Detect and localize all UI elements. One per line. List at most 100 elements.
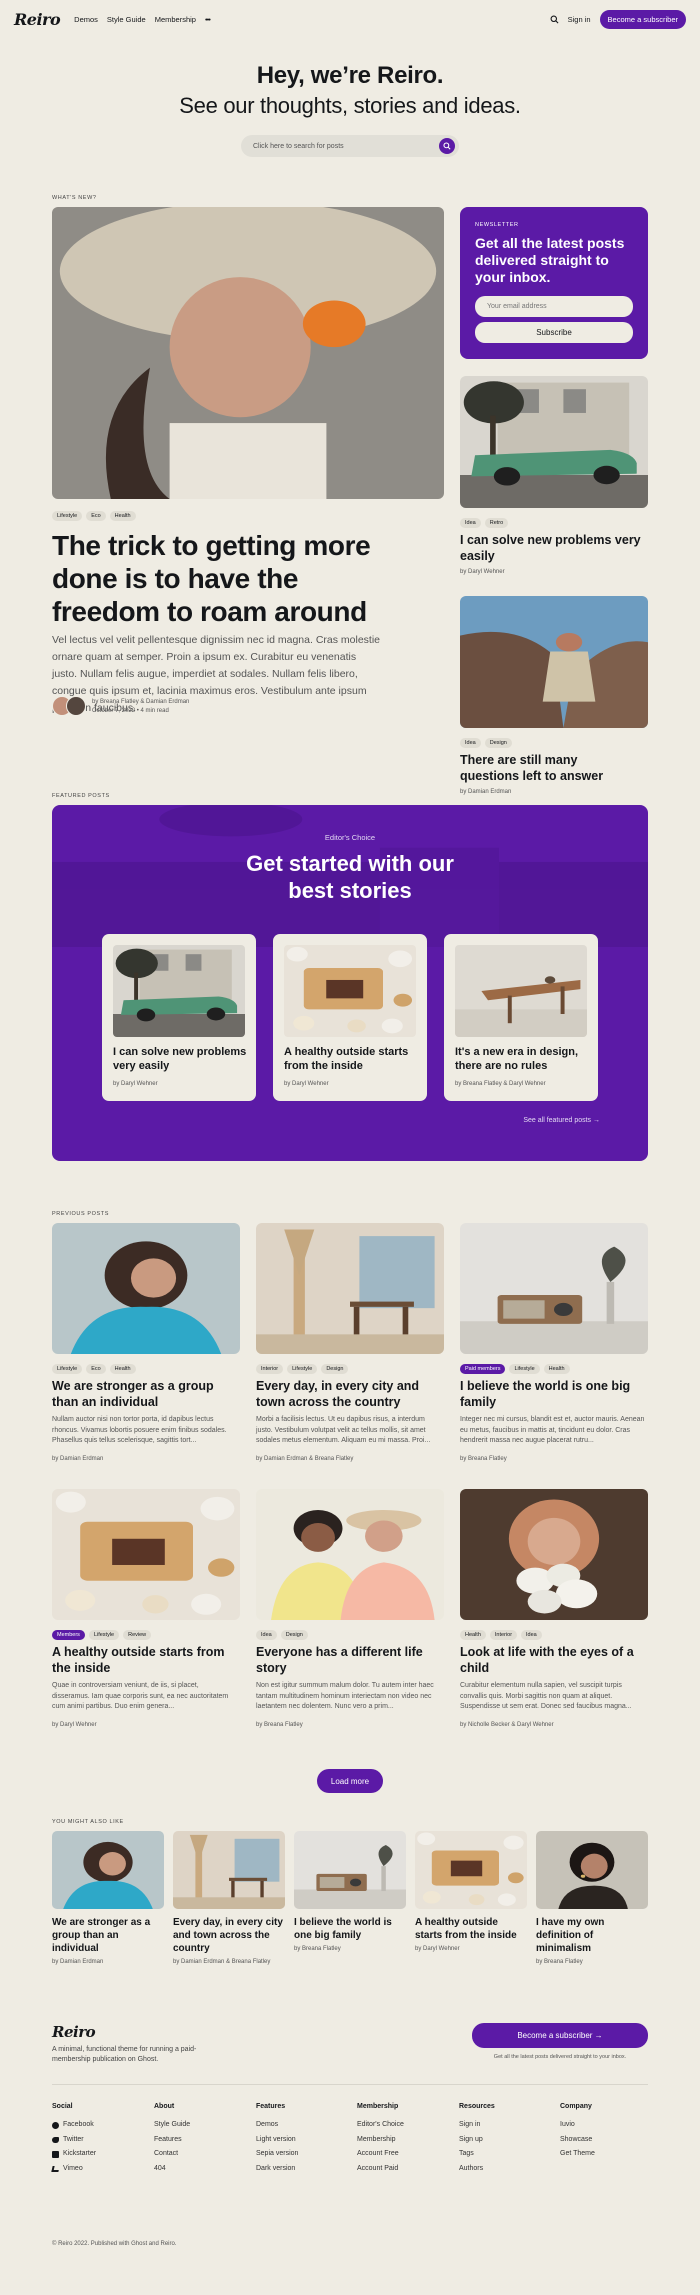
nav-membership[interactable]: Membership: [155, 15, 196, 24]
footer-link[interactable]: Iuvio: [560, 2118, 595, 2133]
tag[interactable]: Idea: [521, 1630, 542, 1640]
related-post-author[interactable]: by Damian Erdman & Breana Flatley: [173, 1959, 270, 1965]
related-post-title[interactable]: I have my own definition of minimalism: [536, 1916, 631, 1955]
featured-card-image[interactable]: [113, 945, 245, 1037]
post-card-author[interactable]: by Nicholle Becker & Daryl Wehner: [460, 1722, 554, 1728]
main-post-title[interactable]: The trick to getting more done is to hav…: [52, 529, 412, 628]
featured-card[interactable]: It's a new era in design, there are no r…: [444, 934, 598, 1101]
footer-link[interactable]: Account Paid: [357, 2162, 404, 2177]
related-post-author[interactable]: by Breana Flatley: [294, 1946, 341, 1952]
post-card-author[interactable]: by Daryl Wehner: [52, 1722, 97, 1728]
featured-card-author[interactable]: by Daryl Wehner: [113, 1081, 158, 1087]
search-input[interactable]: Click here to search for posts: [241, 135, 459, 157]
tag[interactable]: Idea: [460, 518, 481, 528]
related-post-title[interactable]: I believe the world is one big family: [294, 1916, 404, 1942]
see-all-featured-link[interactable]: See all featured posts →: [523, 1117, 600, 1124]
tag[interactable]: Health: [109, 511, 136, 521]
related-post-author[interactable]: by Damian Erdman: [52, 1959, 103, 1965]
tag[interactable]: Design: [321, 1364, 349, 1374]
post-card-image[interactable]: [52, 1223, 240, 1354]
tag[interactable]: Eco: [86, 511, 106, 521]
tag[interactable]: Health: [109, 1364, 136, 1374]
footer-link[interactable]: Contact: [154, 2147, 190, 2162]
tag[interactable]: Lifestyle: [509, 1364, 540, 1374]
footer-link[interactable]: Get Theme: [560, 2147, 595, 2162]
side-post-title[interactable]: There are still many questions left to a…: [460, 752, 620, 784]
main-post-image[interactable]: [52, 207, 444, 499]
footer-link-vimeo[interactable]: Vimeo: [51, 2162, 96, 2177]
related-post-author[interactable]: by Breana Flatley: [536, 1959, 583, 1965]
featured-card-title[interactable]: A healthy outside starts from the inside: [284, 1045, 419, 1073]
tag[interactable]: Review: [123, 1630, 152, 1640]
featured-card-author[interactable]: by Daryl Wehner: [284, 1081, 329, 1087]
featured-card[interactable]: A healthy outside starts from the inside…: [273, 934, 427, 1101]
subscribe-button[interactable]: Become a subscriber: [599, 9, 686, 29]
footer-link[interactable]: Sepia version: [256, 2147, 298, 2162]
nav-demos[interactable]: Demos: [74, 15, 98, 24]
signin-link[interactable]: Sign in: [568, 15, 591, 24]
related-post-title[interactable]: Every day, in every city and town across…: [173, 1916, 288, 1955]
tag[interactable]: Design: [484, 738, 512, 748]
footer-link[interactable]: Sign up: [459, 2133, 495, 2148]
footer-link-twitter[interactable]: Twitter: [52, 2133, 96, 2148]
post-card-image[interactable]: [460, 1489, 648, 1620]
tag[interactable]: Lifestyle: [52, 511, 83, 521]
featured-card-image[interactable]: [455, 945, 587, 1037]
tag[interactable]: Eco: [86, 1364, 106, 1374]
post-card-title[interactable]: We are stronger as a group than an indiv…: [52, 1378, 237, 1410]
post-card-author[interactable]: by Breana Flatley: [256, 1722, 303, 1728]
post-card-title[interactable]: Look at life with the eyes of a child: [460, 1644, 645, 1676]
side-post-author[interactable]: by Daryl Wehner: [460, 569, 505, 575]
footer-link-facebook[interactable]: Facebook: [52, 2118, 96, 2133]
footer-logo[interactable]: Reiro: [52, 2023, 96, 2041]
post-card-title[interactable]: A healthy outside starts from the inside: [52, 1644, 237, 1676]
tag[interactable]: Interior: [489, 1630, 518, 1640]
related-post-image[interactable]: [536, 1831, 648, 1909]
tag[interactable]: Members: [52, 1630, 85, 1640]
post-card-image[interactable]: [256, 1223, 444, 1354]
newsletter-email-input[interactable]: Your email address: [475, 296, 633, 317]
tag[interactable]: Health: [460, 1630, 486, 1640]
footer-link[interactable]: Authors: [459, 2162, 495, 2177]
footer-link[interactable]: Account Free: [357, 2147, 404, 2162]
tag[interactable]: Design: [280, 1630, 308, 1640]
post-card-image[interactable]: [256, 1489, 444, 1620]
featured-card-author[interactable]: by Breana Flatley & Daryl Wehner: [455, 1081, 546, 1087]
related-post-title[interactable]: We are stronger as a group than an indiv…: [52, 1916, 162, 1955]
footer-link[interactable]: 404: [154, 2162, 190, 2177]
footer-link[interactable]: Features: [154, 2133, 190, 2148]
nav-style-guide[interactable]: Style Guide: [107, 15, 146, 24]
side-post-title[interactable]: I can solve new problems very easily: [460, 532, 645, 564]
tag[interactable]: Idea: [256, 1630, 277, 1640]
footer-link[interactable]: Tags: [459, 2147, 495, 2162]
site-logo[interactable]: Reiro: [14, 10, 61, 29]
footer-link-kickstarter[interactable]: Kickstarter: [52, 2147, 96, 2162]
related-post-image[interactable]: [173, 1831, 285, 1909]
nav-more-icon[interactable]: •••: [205, 15, 211, 24]
post-card-image[interactable]: [52, 1489, 240, 1620]
related-post-image[interactable]: [52, 1831, 164, 1909]
related-post-author[interactable]: by Daryl Wehner: [415, 1946, 460, 1952]
tag[interactable]: Lifestyle: [52, 1364, 83, 1374]
post-card-title[interactable]: Everyone has a different life story: [256, 1644, 441, 1676]
footer-link[interactable]: Style Guide: [154, 2118, 190, 2133]
post-card-title[interactable]: I believe the world is one big family: [460, 1378, 645, 1410]
related-post-title[interactable]: A healthy outside starts from the inside: [415, 1916, 525, 1942]
footer-subscribe-button[interactable]: Become a subscriber →: [472, 2023, 648, 2048]
tag[interactable]: Paid members: [460, 1364, 506, 1374]
side-post-image[interactable]: [460, 596, 648, 728]
related-post-image[interactable]: [294, 1831, 406, 1909]
tag[interactable]: Retro: [484, 518, 509, 528]
side-post-image[interactable]: [460, 376, 648, 508]
post-card-author[interactable]: by Damian Erdman & Breana Flatley: [256, 1456, 353, 1462]
featured-card-title[interactable]: It's a new era in design, there are no r…: [455, 1045, 590, 1073]
post-card-author[interactable]: by Breana Flatley: [460, 1456, 507, 1462]
search-submit-icon[interactable]: [439, 138, 455, 154]
post-card-image[interactable]: [460, 1223, 648, 1354]
featured-card-image[interactable]: [284, 945, 416, 1037]
featured-card[interactable]: I can solve new problems very easily by …: [102, 934, 256, 1101]
tag[interactable]: Lifestyle: [287, 1364, 318, 1374]
avatar[interactable]: [66, 696, 86, 716]
featured-card-title[interactable]: I can solve new problems very easily: [113, 1045, 248, 1073]
load-more-button[interactable]: Load more: [317, 1769, 383, 1793]
